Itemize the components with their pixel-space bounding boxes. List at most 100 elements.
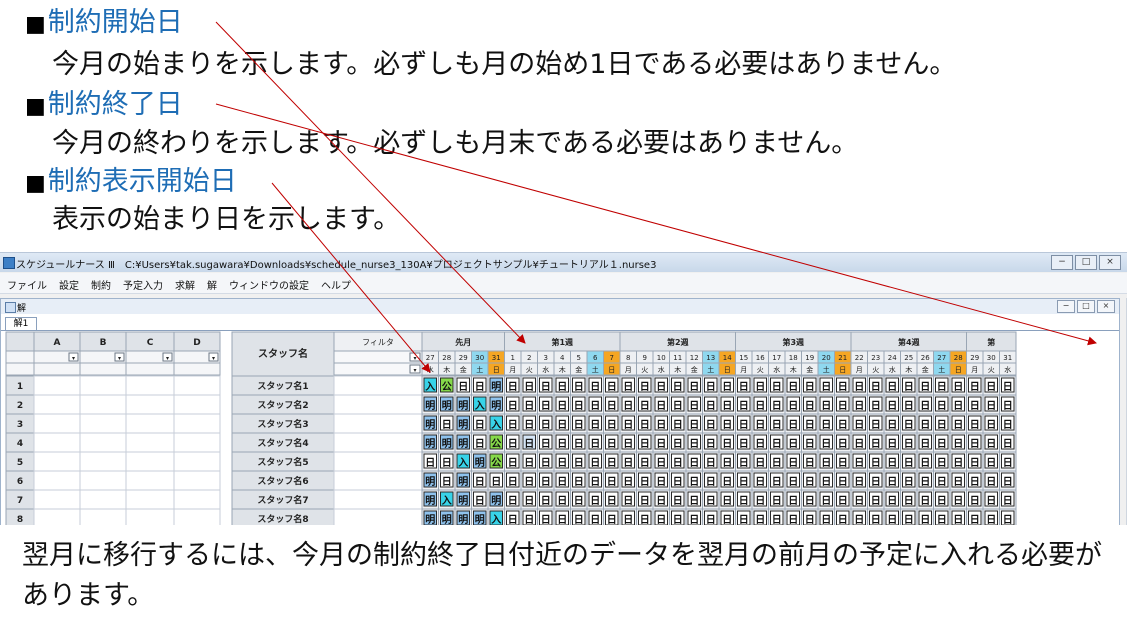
shift-value: 明 (442, 438, 452, 450)
shift-value: 日 (920, 381, 930, 393)
shift-value: 日 (904, 457, 914, 469)
shift-value: 日 (788, 419, 798, 431)
shift-value: 日 (656, 476, 666, 488)
day-number: 1 (511, 354, 515, 362)
day-number: 7 (610, 354, 614, 362)
shift-value: 日 (838, 419, 848, 431)
shift-value: 日 (772, 381, 782, 393)
row-number: 2 (17, 401, 23, 411)
shift-value: 日 (590, 476, 600, 488)
shift-value: 日 (953, 514, 963, 525)
shift-value: 明 (442, 514, 452, 525)
row-number: 3 (17, 420, 23, 430)
day-number: 30 (475, 354, 484, 362)
shift-value: 日 (442, 476, 452, 488)
shift-value: 日 (920, 476, 930, 488)
left-data-cell (33, 432, 81, 453)
shift-value: 日 (623, 381, 633, 393)
chevron-down-icon: ▾ (72, 355, 75, 362)
shift-value: 公 (491, 457, 501, 469)
shift-value: 日 (805, 476, 815, 488)
weekday-label: 金 (691, 365, 698, 374)
day-number: 29 (459, 354, 468, 362)
shift-value: 日 (854, 438, 864, 450)
shift-value: 日 (788, 381, 798, 393)
day-number: 3 (544, 354, 548, 362)
staff-name: スタッフ名3 (257, 418, 308, 430)
shift-value: 日 (805, 514, 815, 525)
shift-value: 日 (607, 495, 617, 507)
left-col-header-label: A (54, 338, 61, 348)
shift-value: 日 (541, 495, 551, 507)
shift-value: 日 (854, 495, 864, 507)
shift-value: 日 (739, 438, 749, 450)
shift-value: 日 (887, 514, 897, 525)
shift-value: 日 (755, 457, 765, 469)
shift-value: 明 (475, 457, 485, 469)
bullet-description: 今月の終わりを示します。必ずしも月末である必要はありません。 (52, 128, 859, 159)
shift-value: 日 (656, 495, 666, 507)
shift-value: 日 (871, 381, 881, 393)
shift-value: 日 (590, 495, 600, 507)
shift-value: 日 (475, 438, 485, 450)
day-number: 27 (937, 354, 946, 362)
week-header-label: 第3週 (782, 337, 804, 347)
day-number: 10 (657, 354, 666, 362)
shift-value: 日 (871, 476, 881, 488)
shift-value: 日 (755, 400, 765, 412)
shift-value: 日 (739, 419, 749, 431)
shift-value: 日 (541, 476, 551, 488)
row-number: 8 (17, 515, 23, 525)
shift-value: 日 (508, 457, 518, 469)
shift-value: 日 (541, 514, 551, 525)
shift-value: 日 (871, 438, 881, 450)
row-number: 5 (17, 458, 23, 468)
shift-value: 日 (689, 514, 699, 525)
left-data-cell (33, 394, 81, 415)
shift-value: 日 (755, 419, 765, 431)
shift-value: 日 (821, 457, 831, 469)
shift-value: 日 (788, 438, 798, 450)
shift-value: 日 (970, 438, 980, 450)
shift-value: 日 (574, 381, 584, 393)
shift-value: 日 (970, 514, 980, 525)
left-col-header-label: C (147, 338, 154, 348)
shift-value: 日 (871, 514, 881, 525)
left-data-cell (79, 413, 127, 434)
shift-value: 日 (590, 381, 600, 393)
shift-value: 入 (458, 457, 468, 469)
week-header-label: 第1週 (551, 337, 573, 347)
shift-value: 日 (425, 457, 435, 469)
shift-value: 日 (986, 419, 996, 431)
shift-value: 日 (1003, 400, 1013, 412)
chevron-down-icon: ▾ (413, 367, 416, 374)
day-number: 29 (970, 354, 979, 362)
shift-value: 日 (821, 476, 831, 488)
filter-row-cell (333, 350, 423, 364)
shift-value: 日 (590, 514, 600, 525)
shift-value: 日 (656, 438, 666, 450)
shift-value: 日 (755, 381, 765, 393)
shift-value: 日 (986, 400, 996, 412)
shift-value: 日 (722, 476, 732, 488)
shift-value: 日 (904, 400, 914, 412)
shift-value: 日 (706, 514, 716, 525)
shift-value: 日 (623, 495, 633, 507)
bullet-constraint-end-date: ■制約終了日 (25, 88, 183, 124)
staff-name: スタッフ名1 (257, 380, 308, 392)
shift-value: 日 (805, 381, 815, 393)
weekday-label: 金 (575, 365, 582, 374)
left-data-cell (33, 470, 81, 491)
shift-value: 明 (442, 400, 452, 412)
left-data-cell (173, 394, 221, 415)
weekday-label: 月 (740, 366, 747, 374)
shift-value: 明 (425, 400, 435, 412)
shift-value: 日 (788, 476, 798, 488)
left-data-cell (33, 451, 81, 472)
shift-value: 日 (640, 400, 650, 412)
weekday-label: 木 (443, 365, 450, 374)
shift-value: 日 (920, 400, 930, 412)
shift-value: 日 (508, 495, 518, 507)
shift-value: 日 (871, 419, 881, 431)
shift-value: 日 (739, 514, 749, 525)
